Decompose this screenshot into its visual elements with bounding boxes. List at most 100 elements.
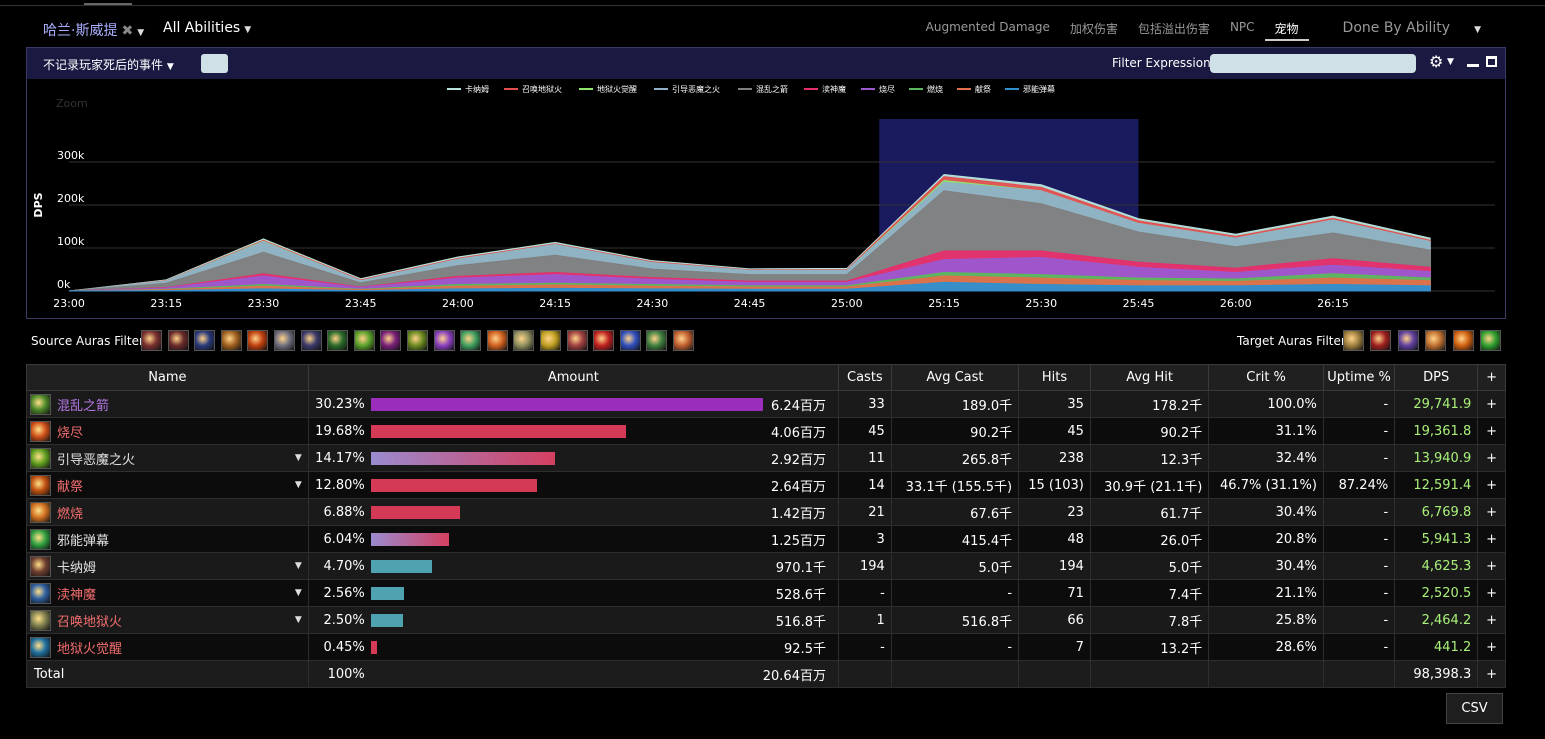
ability-name[interactable]: 献祭	[57, 480, 83, 495]
expand-icon[interactable]: ▼	[295, 615, 302, 625]
ability-name-cell[interactable]: 献祭 ▼	[26, 471, 309, 499]
ability-name[interactable]: 燃烧	[57, 507, 83, 522]
table-row[interactable]: 献祭 ▼ 12.80% 2.64百万 14 33.1千 (155.5千) 15 (103) 3…	[26, 471, 1506, 499]
add-row-button[interactable]: +	[1477, 525, 1506, 553]
col-add[interactable]: +	[1477, 364, 1506, 391]
source-aura-icon[interactable]	[274, 330, 295, 351]
add-row-button[interactable]: +	[1477, 606, 1506, 634]
add-row-button[interactable]: +	[1477, 633, 1506, 661]
source-aura-icon[interactable]	[300, 330, 322, 351]
ability-name-cell[interactable]: 引导恶魔之火 ▼	[26, 444, 309, 472]
col-crit[interactable]: Crit %	[1208, 364, 1324, 391]
table-row[interactable]: 燃烧 6.88% 1.42百万 21 67.6千 23 61.7千 30.4% -6,769.8…	[26, 498, 1506, 526]
table-row[interactable]: 邪能弹幕 6.04% 1.25百万 3 415.4千 48 26.0千 20.8% -5,941…	[26, 525, 1506, 553]
source-aura-icon[interactable]	[353, 330, 375, 351]
view-option-2[interactable]: 包括溢出伤害	[1128, 18, 1220, 41]
view-option-4[interactable]: 宠物	[1264, 18, 1309, 41]
source-aura-icon[interactable]	[593, 330, 615, 351]
source-aura-icon[interactable]	[433, 330, 455, 351]
add-row-button[interactable]: +	[1477, 498, 1506, 526]
ability-name-cell[interactable]: 召唤地狱火 ▼	[26, 606, 309, 634]
col-avg-hit[interactable]: Avg Hit	[1089, 364, 1210, 391]
chevron-down-icon[interactable]: ▼	[1447, 57, 1454, 67]
expand-icon[interactable]: ▼	[295, 453, 302, 463]
ability-name-cell[interactable]: 烧尽	[26, 417, 309, 445]
add-row-button[interactable]: +	[1477, 471, 1506, 499]
target-aura-icon[interactable]	[1425, 330, 1447, 351]
table-row[interactable]: 引导恶魔之火 ▼ 14.17% 2.92百万 11 265.8千 238 12.3千 32.4%…	[26, 444, 1506, 472]
maximize-icon[interactable]	[1486, 56, 1497, 67]
expand-icon[interactable]: ▼	[295, 588, 302, 598]
add-row-button[interactable]: +	[1477, 579, 1506, 607]
ability-name-cell[interactable]: 地狱火觉醒	[26, 633, 309, 661]
add-row-button[interactable]: +	[1477, 390, 1506, 418]
ability-name-cell[interactable]: 混乱之箭	[26, 390, 309, 418]
source-aura-icon[interactable]	[486, 330, 508, 351]
ability-selector[interactable]: All Abilities ▼	[163, 20, 251, 36]
ability-name[interactable]: 混乱之箭	[57, 399, 109, 414]
source-aura-icon[interactable]	[540, 330, 561, 351]
col-amount[interactable]: Amount	[307, 364, 839, 391]
target-aura-icon[interactable]	[1480, 330, 1501, 351]
target-aura-icon[interactable]	[1370, 330, 1392, 351]
dps-chart[interactable]: 0k 100k 200k 300k Zoom DPS 23:00 23:15 23:30 23:4…	[27, 79, 1505, 318]
add-row-button[interactable]: +	[1477, 444, 1506, 472]
clear-actor-icon[interactable]: ✖	[121, 23, 133, 39]
expand-icon[interactable]: ▼	[295, 480, 302, 490]
gear-icon[interactable]: ⚙	[1429, 52, 1443, 71]
toggle-box[interactable]	[201, 54, 228, 73]
ability-name-cell[interactable]: 卡纳姆 ▼	[26, 552, 309, 580]
add-row-button[interactable]: +	[1477, 552, 1506, 580]
ability-name-cell[interactable]: 燃烧	[26, 498, 309, 526]
ability-name-cell[interactable]: 邪能弹幕	[26, 525, 309, 553]
source-aura-icon[interactable]	[194, 330, 216, 351]
actor-selector[interactable]: 哈兰·斯威提 ✖ ▼	[43, 20, 144, 40]
target-aura-icon[interactable]	[1397, 330, 1419, 351]
expand-icon[interactable]: ▼	[295, 561, 302, 571]
ability-name[interactable]: 卡纳姆	[57, 561, 96, 576]
ability-name[interactable]: 渎神魔	[57, 588, 96, 603]
col-uptime[interactable]: Uptime %	[1322, 364, 1396, 391]
source-aura-icon[interactable]	[460, 330, 482, 351]
source-aura-icon[interactable]	[247, 330, 269, 351]
csv-button[interactable]: CSV	[1446, 693, 1503, 724]
ability-name[interactable]: 引导恶魔之火	[57, 453, 135, 468]
source-aura-icon[interactable]	[566, 330, 588, 351]
source-aura-icon[interactable]	[380, 330, 402, 351]
table-row[interactable]: 地狱火觉醒 0.45% 92.5千 - -7 13.2千 28.6% -441.2 +	[26, 633, 1506, 661]
table-row[interactable]: 卡纳姆 ▼ 4.70% 970.1千 194 5.0千 194 5.0千 30.4% -4,625…	[26, 552, 1506, 580]
ability-name[interactable]: 地狱火觉醒	[57, 642, 122, 657]
table-row[interactable]: 召唤地狱火 ▼ 2.50% 516.8千 1 516.8千 66 7.8千 25.8% -2,46…	[26, 606, 1506, 634]
col-hits[interactable]: Hits	[1018, 364, 1091, 391]
ability-name[interactable]: 邪能弹幕	[57, 534, 109, 549]
source-aura-icon[interactable]	[167, 330, 189, 351]
done-by-dropdown[interactable]: Done By Ability ▼	[1323, 18, 1501, 41]
source-aura-icon[interactable]	[619, 330, 641, 351]
add-row-button[interactable]: +	[1477, 417, 1506, 445]
col-dps[interactable]: DPS	[1394, 364, 1479, 391]
source-aura-icon[interactable]	[513, 330, 535, 351]
col-avg-cast[interactable]: Avg Cast	[890, 364, 1020, 391]
ability-name[interactable]: 召唤地狱火	[57, 615, 122, 630]
add-row-button[interactable]: +	[1477, 660, 1506, 688]
col-casts[interactable]: Casts	[837, 364, 892, 391]
ability-name-cell[interactable]: 渎神魔 ▼	[26, 579, 309, 607]
ability-name[interactable]: 烧尽	[57, 426, 83, 441]
table-row[interactable]: 混乱之箭 30.23% 6.24百万 33 189.0千 35 178.2千 100.0% -2…	[26, 390, 1506, 418]
table-row[interactable]: 烧尽 19.68% 4.06百万 45 90.2千 45 90.2千 31.1% -19,361…	[26, 417, 1506, 445]
source-aura-icon[interactable]	[220, 330, 242, 351]
target-aura-icon[interactable]	[1452, 330, 1474, 351]
source-aura-icon[interactable]	[327, 330, 349, 351]
view-option-0[interactable]: Augmented Damage	[916, 18, 1060, 41]
view-option-3[interactable]: NPC	[1220, 18, 1265, 41]
death-filter-dropdown[interactable]: 不记录玩家死后的事件 ▼	[43, 56, 174, 73]
target-aura-icon[interactable]	[1343, 330, 1364, 351]
col-name[interactable]: Name	[26, 364, 309, 391]
filter-expression-input[interactable]	[1210, 54, 1416, 73]
table-row[interactable]: 渎神魔 ▼ 2.56% 528.6千 - -71 7.4千 21.1% -2,520.5 +	[26, 579, 1506, 607]
source-aura-icon[interactable]	[407, 330, 428, 351]
source-aura-icon[interactable]	[141, 330, 162, 351]
source-aura-icon[interactable]	[673, 330, 694, 351]
view-option-1[interactable]: 加权伤害	[1060, 18, 1128, 41]
source-aura-icon[interactable]	[646, 330, 668, 351]
